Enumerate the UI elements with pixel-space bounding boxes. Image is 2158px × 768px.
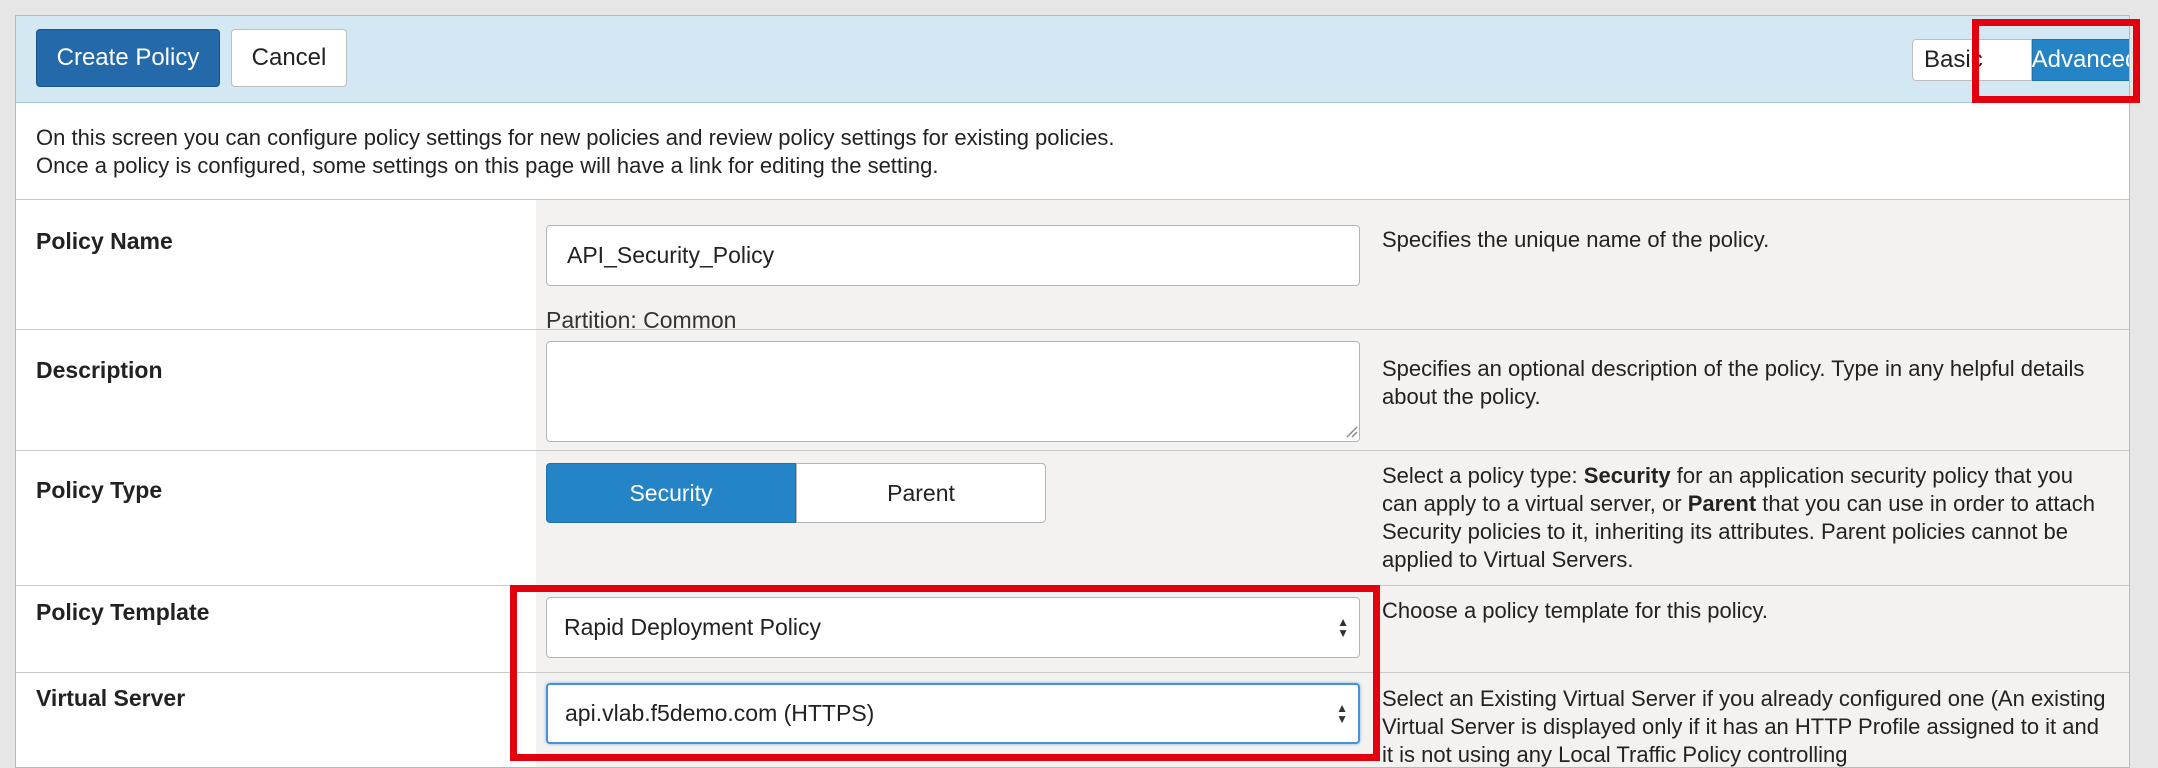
policy-type-label: Policy Type: [36, 477, 163, 503]
policy-name-input[interactable]: API_Security_Policy: [546, 225, 1360, 286]
policy-name-label: Policy Name: [36, 228, 173, 254]
description-row: Description Specifies an optional descri…: [16, 329, 2129, 451]
virtual-server-label: Virtual Server: [36, 685, 186, 711]
highlight-box-advanced: [1972, 19, 2140, 103]
policy-template-label: Policy Template: [36, 599, 210, 625]
cancel-button[interactable]: Cancel: [231, 29, 347, 87]
help-keyword-parent: Parent: [1687, 491, 1757, 516]
highlight-box-template-server: [510, 585, 1380, 761]
description-label: Description: [36, 357, 163, 383]
policy-name-row: Policy Name API_Security_Policy Partitio…: [16, 199, 2129, 333]
intro-text: On this screen you can configure policy …: [36, 124, 1115, 180]
policy-type-security-option[interactable]: Security: [546, 463, 796, 523]
virtual-server-help: Select an Existing Virtual Server if you…: [1382, 686, 2106, 767]
policy-name-help: Specifies the unique name of the policy.: [1382, 227, 1770, 252]
help-keyword-security: Security: [1583, 463, 1671, 488]
create-policy-button[interactable]: Create Policy: [36, 29, 220, 87]
policy-template-help: Choose a policy template for this policy…: [1382, 598, 1768, 623]
intro-line-2: Once a policy is configured, some settin…: [36, 153, 939, 178]
resize-handle-icon[interactable]: [1344, 424, 1358, 438]
toolbar: Create Policy Cancel Basic Advanced: [16, 16, 2129, 103]
intro-line-1: On this screen you can configure policy …: [36, 125, 1115, 150]
policy-type-parent-option[interactable]: Parent: [796, 463, 1046, 523]
description-help: Specifies an optional description of the…: [1382, 356, 2085, 409]
policy-type-help: Select a policy type: Security for an ap…: [1382, 462, 2112, 574]
policy-type-row: Policy Type Security Parent Select a pol…: [16, 450, 2129, 586]
help-text: Select a policy type:: [1382, 463, 1584, 488]
description-textarea[interactable]: [546, 341, 1360, 442]
